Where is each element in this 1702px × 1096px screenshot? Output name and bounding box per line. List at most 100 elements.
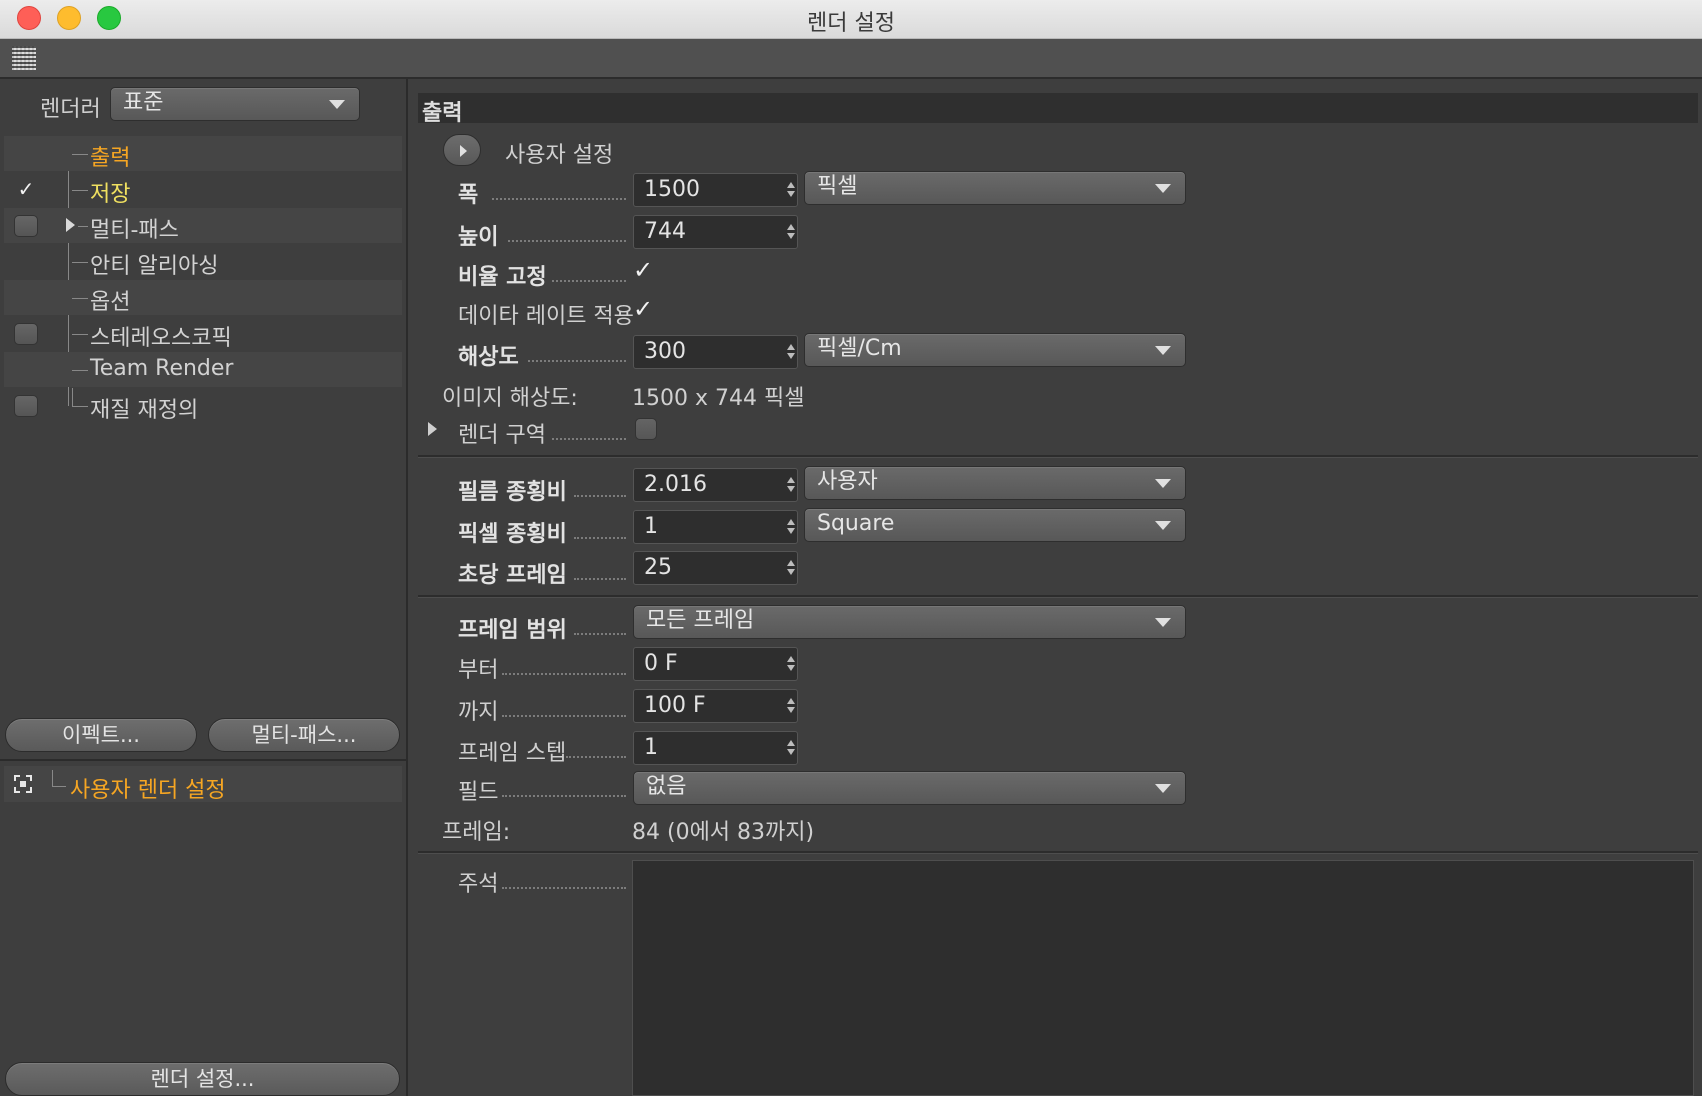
render-settings-button[interactable]: 렌더 설정... — [5, 1062, 400, 1096]
tree-connector — [52, 770, 53, 786]
tree-item-material-override[interactable]: 재질 재정의 — [4, 388, 402, 423]
height-label: 높이 — [458, 225, 499, 250]
film-aspect-label: 필름 종횡비 — [458, 480, 567, 505]
divider — [418, 851, 1698, 854]
label-leader — [574, 631, 626, 635]
tree-item-options[interactable]: 옵션 — [4, 280, 402, 315]
tree-item-output[interactable]: 출력 — [4, 136, 402, 171]
height-value: 744 — [644, 219, 686, 244]
save-enabled-checkbox[interactable]: ✓ — [14, 179, 38, 201]
divider — [418, 455, 1698, 458]
to-value: 100 F — [644, 693, 706, 718]
tree-branch — [52, 786, 66, 787]
render-region-checkbox[interactable] — [635, 418, 657, 440]
resolution-value: 300 — [644, 339, 686, 364]
material-override-enabled-checkbox[interactable] — [14, 395, 38, 417]
tree-branch — [78, 226, 88, 227]
to-input[interactable]: 100 F — [633, 689, 798, 723]
expand-triangle-icon[interactable] — [428, 422, 437, 436]
tree-connector — [72, 388, 73, 406]
frame-step-input[interactable]: 1 — [633, 731, 798, 765]
label-leader — [552, 278, 626, 282]
width-label: 폭 — [458, 183, 479, 208]
stereoscopic-enabled-checkbox[interactable] — [14, 323, 38, 345]
title-bar: 렌더 설정 — [0, 0, 1702, 39]
multipass-button[interactable]: 멀티-패스... — [208, 718, 400, 752]
frame-step-label: 프레임 스텝 — [458, 741, 567, 766]
tree-item-save[interactable]: ✓ 저장 — [4, 172, 402, 207]
field-dropdown[interactable]: 없음 — [633, 771, 1186, 805]
lock-ratio-checkbox[interactable]: ✓ — [633, 258, 657, 282]
renderer-dropdown[interactable]: 표준 — [110, 87, 360, 121]
tree-branch — [72, 334, 88, 335]
tree-branch — [72, 370, 88, 371]
adapt-data-rate-label: 데이타 레이트 적용 — [458, 304, 634, 329]
pixel-aspect-label: 픽셀 종횡비 — [458, 522, 567, 547]
frame-range-value: 모든 프레임 — [646, 608, 755, 633]
frame-step-value: 1 — [644, 735, 658, 760]
chevron-down-icon — [1155, 479, 1171, 488]
tree-item-antialiasing[interactable]: 안티 알리아싱 — [4, 244, 402, 279]
notes-textarea[interactable] — [632, 860, 1694, 1096]
chevron-down-icon — [1155, 521, 1171, 530]
resolution-input[interactable]: 300 — [633, 335, 798, 369]
lock-ratio-label: 비율 고정 — [458, 265, 547, 290]
tree-item-multipass[interactable]: 멀티-패스 — [4, 208, 402, 243]
label-leader — [566, 754, 626, 758]
resolution-label: 해상도 — [458, 345, 519, 370]
width-unit-value: 픽셀 — [817, 174, 858, 199]
label-leader — [502, 713, 626, 717]
label-leader — [574, 576, 626, 580]
from-input[interactable]: 0 F — [633, 647, 798, 681]
frame-range-label: 프레임 범위 — [458, 618, 567, 643]
label-leader — [574, 535, 626, 539]
tree-item-label: 스테레오스코픽 — [90, 326, 232, 351]
multipass-enabled-checkbox[interactable] — [14, 215, 38, 237]
height-input[interactable]: 744 — [633, 215, 798, 249]
tree-item-label: 재질 재정의 — [90, 398, 199, 423]
preset-play-button[interactable] — [443, 134, 481, 166]
renderer-label: 렌더러 — [40, 97, 101, 122]
expand-triangle-icon[interactable] — [66, 218, 75, 232]
tree-item-label: 멀티-패스 — [90, 218, 179, 243]
width-input[interactable]: 1500 — [633, 173, 798, 207]
tree-item-stereoscopic[interactable]: 스테레오스코픽 — [4, 316, 402, 351]
adapt-data-rate-checkbox[interactable]: ✓ — [633, 297, 657, 321]
tree-item-label: 출력 — [90, 146, 131, 171]
width-unit-dropdown[interactable]: 픽셀 — [804, 171, 1186, 205]
label-leader — [492, 196, 626, 200]
from-value: 0 F — [644, 651, 678, 676]
frame-range-dropdown[interactable]: 모든 프레임 — [633, 605, 1186, 639]
resolution-unit-value: 픽셀/Cm — [817, 336, 902, 361]
chevron-down-icon — [1155, 346, 1171, 355]
resolution-unit-dropdown[interactable]: 픽셀/Cm — [804, 333, 1186, 367]
field-label: 필드 — [458, 780, 499, 805]
film-aspect-dropdown[interactable]: 사용자 — [804, 466, 1186, 500]
tree-branch — [72, 298, 88, 299]
effects-button[interactable]: 이펙트... — [5, 718, 197, 752]
render-setting-icon[interactable] — [14, 775, 32, 793]
frames-value: 84 (0에서 83까지) — [632, 820, 815, 845]
panel-grip-icon[interactable] — [12, 46, 36, 70]
chevron-down-icon — [1155, 184, 1171, 193]
window-title: 렌더 설정 — [807, 11, 895, 36]
tree-item-team-render[interactable]: Team Render — [4, 352, 402, 387]
label-leader — [502, 885, 626, 889]
tree-item-label: 옵션 — [90, 290, 131, 315]
tree-item-label: 저장 — [90, 182, 131, 207]
render-setting-label: 사용자 렌더 설정 — [70, 778, 226, 803]
tree-branch — [72, 262, 88, 263]
image-resolution-value: 1500 x 744 픽셀 — [632, 386, 805, 411]
toolbar — [0, 39, 1702, 79]
notes-label: 주석 — [458, 872, 499, 897]
pixel-aspect-value: 1 — [644, 514, 658, 539]
film-aspect-input[interactable]: 2.016 — [633, 468, 798, 502]
chevron-down-icon — [1155, 784, 1171, 793]
label-leader — [502, 793, 626, 797]
frame-rate-input[interactable]: 25 — [633, 551, 798, 585]
frame-rate-label: 초당 프레임 — [458, 563, 567, 588]
from-label: 부터 — [458, 658, 499, 683]
pixel-aspect-input[interactable]: 1 — [633, 510, 798, 544]
pixel-aspect-dropdown[interactable]: Square — [804, 508, 1186, 542]
label-leader — [502, 671, 626, 675]
